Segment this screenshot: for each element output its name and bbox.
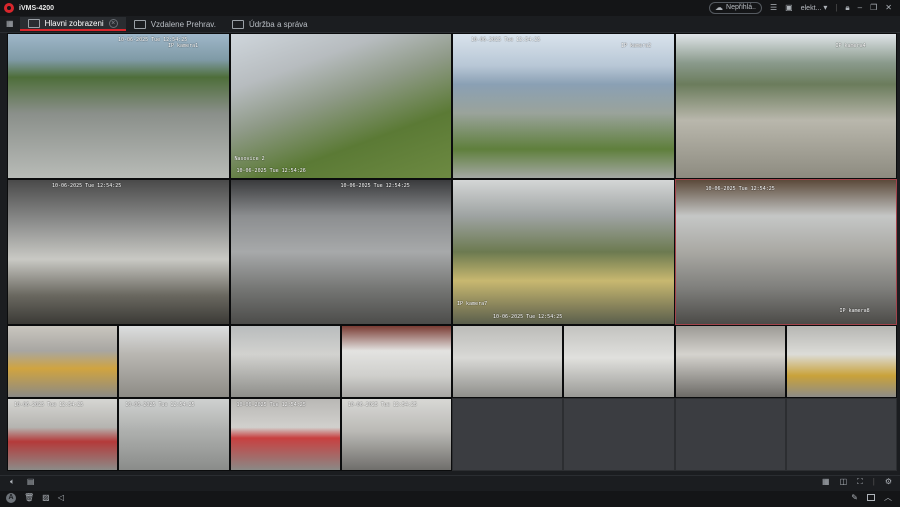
tab-maintenance[interactable]: Údržba a správa [224,17,316,31]
camera-tile[interactable]: 10-06-2025 Tue 12:54:25 IP kamera7 [452,179,675,325]
record-icon[interactable]: ▤ [27,478,35,486]
camera-timestamp: 10-06-2025 Tue 12:54:25 [125,402,195,408]
camera-tile[interactable] [674,325,786,398]
camera-tile[interactable]: 10-06-2025 Tue 12:54:26 Nasovice 2 [229,33,452,179]
lock-icon[interactable]: 🔒︎ [845,4,849,12]
status-bar: A 🗑︎ ▨ ◁ ✎ ︿ [0,491,900,507]
live-view-grid: 10-06-2025 Tue 12:54:25 IP kamera1 10-06-2… [7,33,897,471]
camera-tile[interactable]: IP kamera4 [674,33,897,179]
maintenance-icon [231,19,244,29]
camera-timestamp: 10-06-2025 Tue 12:54:25 [347,402,417,408]
volume-icon[interactable]: 🔈︎ [10,478,15,486]
camera-tile[interactable]: 10-06-2025 Tue 12:54:25 [229,398,341,471]
camera-tile[interactable] [452,325,564,398]
user-name: elekt... [800,5,822,12]
camera-tile[interactable] [229,325,341,398]
camera-timestamp: 10-06-2025 Tue 12:54:25 [705,186,775,192]
camera-tile[interactable]: 10-06-2025 Tue 12:54:25 IP kamera8 [674,179,897,325]
camera-timestamp: 10-06-2025 Tue 12:54:25 [493,314,563,320]
camera-tile[interactable]: 10-06-2025 Tue 12:54:25 IP kamera1 [7,33,230,179]
app-title: iVMS-4200 [19,4,55,12]
camera-name: IP kamera4 [835,43,866,49]
empty-camera-slot[interactable] [563,398,675,471]
message-icon[interactable]: ▣ [785,4,793,12]
fullscreen-icon[interactable]: ⛶ [857,478,863,486]
collapse-icon[interactable]: ︿ [884,494,892,502]
window-icon[interactable] [867,494,875,501]
camera-name: Nasovice 2 [234,156,265,162]
live-view-toolbar: 🔈︎ ▤ ▦ ◫ ⛶ | ⚙ [0,475,900,491]
cloud-icon: ☁ [715,3,724,12]
user-menu[interactable]: elekt... ▾ [800,3,828,13]
tab-main-view[interactable]: Hlavni zobrazeni × [19,17,126,31]
settings-icon[interactable]: ⚙ [885,478,892,486]
camera-tile[interactable]: 10-06-2025 Tue 12:54:25 IP kamera2 [452,33,675,179]
audio-icon[interactable]: ◁ [58,494,64,502]
camera-timestamp: 10-06-2025 Tue 12:54:25 [52,183,122,189]
camera-timestamp: 10-06-2025 Tue 12:54:25 [471,37,541,43]
close-icon[interactable]: ✕ [885,4,892,12]
camera-timestamp: 10-06-2025 Tue 12:54:26 [236,168,306,174]
cloud-status-button[interactable]: ☁ Nepřihlá.. [709,2,762,14]
playback-icon [133,19,146,29]
camera-name: IP kamera8 [839,308,870,314]
camera-timestamp: 10-06-2025 Tue 12:54:25 [14,402,84,408]
cloud-status-label: Nepřihlá.. [726,4,756,11]
camera-tile[interactable]: 10-06-2025 Tue 12:54:25 [229,179,452,325]
camera-name: IP kamera1 [168,43,199,49]
tab-label: Údržba a správa [248,19,308,29]
avatar[interactable]: A [6,493,16,503]
camera-tile[interactable] [118,325,230,398]
camera-name: IP kamera7 [457,301,488,307]
camera-tile[interactable] [563,325,675,398]
layout-grid-icon[interactable]: ▦ [822,478,830,486]
image-icon[interactable]: ▨ [42,494,50,502]
hikvision-logo-icon [4,3,14,13]
camera-tile[interactable]: 10-06-2025 Tue 12:54:25 [7,179,230,325]
empty-camera-slot[interactable] [674,398,786,471]
pin-icon[interactable]: ✎ [851,494,858,502]
empty-camera-slot[interactable] [452,398,564,471]
camera-tile[interactable] [340,325,452,398]
camera-tile[interactable] [785,325,897,398]
monitor-icon [27,18,40,28]
tab-label: Vzdalene Prehrav. [150,19,216,29]
list-icon[interactable]: ☰ [770,4,777,12]
window-mode-icon[interactable]: ◫ [840,478,848,486]
home-grid-button[interactable]: ▦ [0,17,20,31]
camera-timestamp: 10-06-2025 Tue 12:54:25 [340,183,410,189]
camera-tile[interactable]: 10-06-2025 Tue 12:54:25 [340,398,452,471]
tab-close-icon[interactable]: × [108,18,118,28]
restore-icon[interactable]: ❐ [870,4,877,12]
tab-bar: ▦ Hlavni zobrazeni × Vzdalene Prehrav. Ú… [0,16,900,33]
titlebar-controls: ☁ Nepřihlá.. ☰ ▣ elekt... ▾ | 🔒︎ – ❐ ✕ [709,0,900,16]
tab-remote-playback[interactable]: Vzdalene Prehrav. [126,17,224,31]
camera-tile[interactable]: 10-06-2025 Tue 12:54:25 [7,398,119,471]
trash-icon[interactable]: 🗑︎ [24,494,34,502]
apps-grid-icon: ▦ [6,19,14,28]
camera-tile[interactable]: 10-06-2025 Tue 12:54:25 [118,398,230,471]
camera-tile[interactable] [7,325,119,398]
divider: | [835,3,838,12]
title-bar: iVMS-4200 ☁ Nepřihlá.. ☰ ▣ elekt... ▾ | … [0,0,900,16]
empty-camera-slot[interactable] [785,398,897,471]
tab-label: Hlavni zobrazeni [44,18,104,28]
chevron-down-icon: ▾ [823,3,828,12]
camera-name: IP kamera2 [621,43,652,49]
camera-timestamp: 10-06-2025 Tue 12:54:25 [236,402,306,408]
divider: | [872,477,875,486]
minimize-icon[interactable]: – [858,4,862,12]
